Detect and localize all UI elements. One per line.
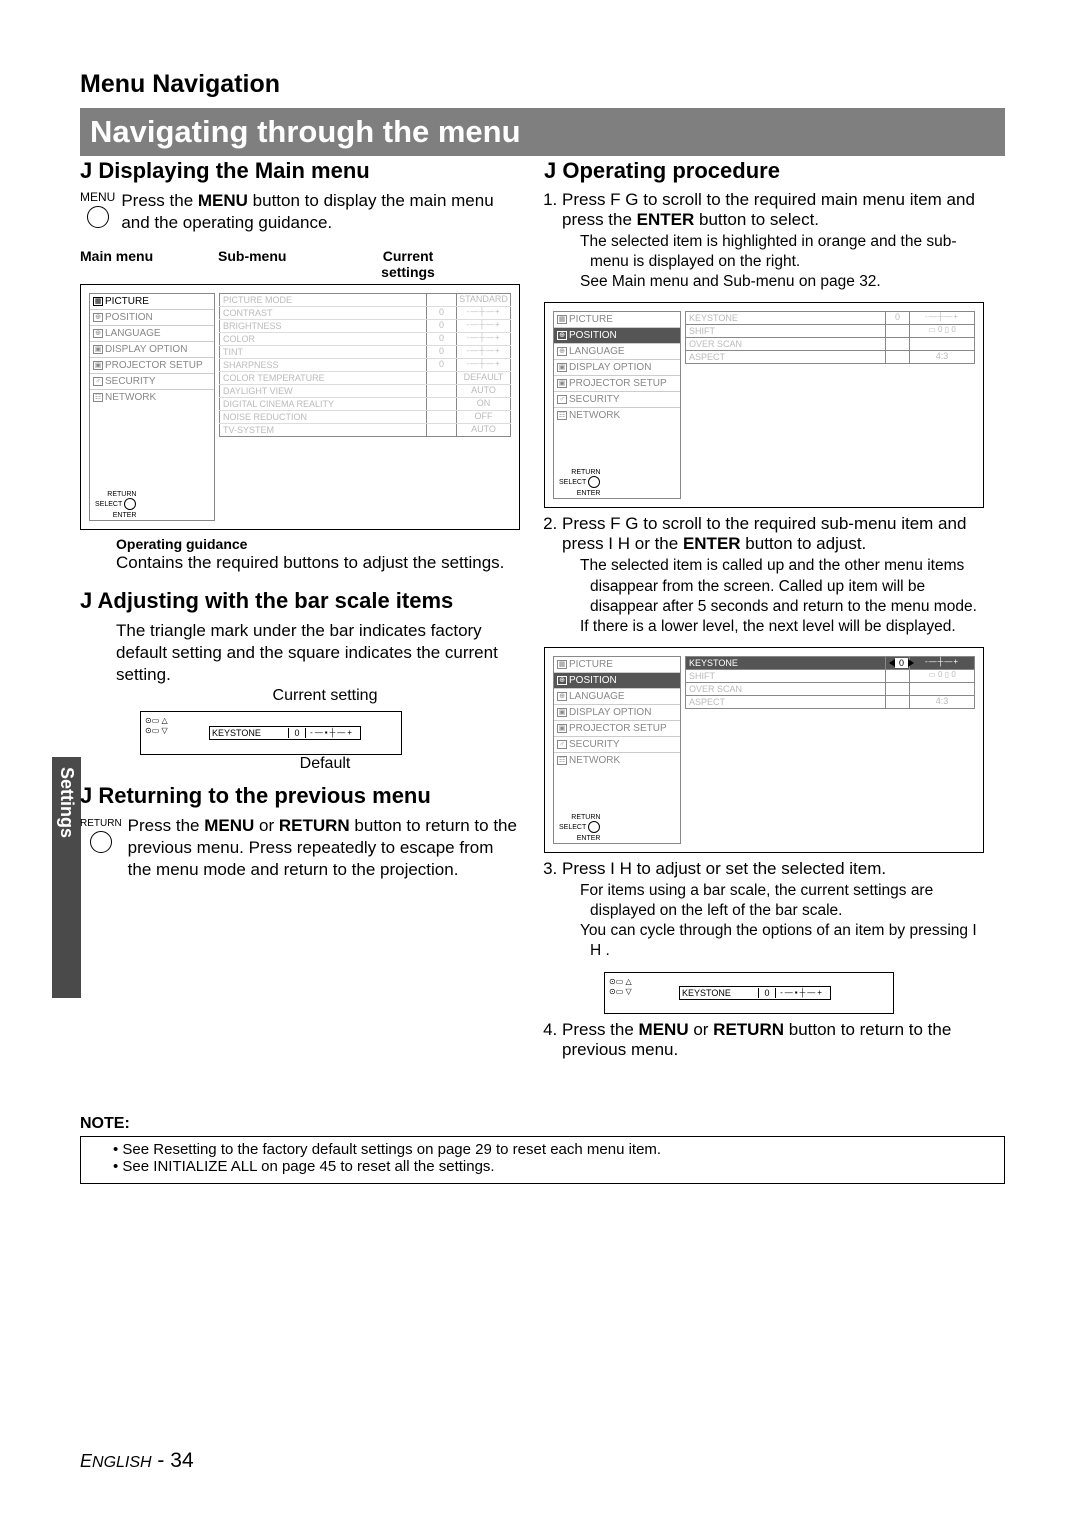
step-4: Press the MENU or RETURN button to retur… xyxy=(562,1020,984,1060)
main-menu-item: ⊕POSITION xyxy=(90,309,214,325)
adjusting-bar-scale-text: The triangle mark under the bar indicate… xyxy=(116,620,520,686)
label-current-settings: Currentsettings xyxy=(366,248,450,280)
note-line: • See INITIALIZE ALL on page 45 to reset… xyxy=(113,1158,994,1175)
step3-bullet: You can cycle through the options of an … xyxy=(580,921,984,961)
remote-hint: RETURN SELECT ENTER xyxy=(559,467,600,497)
keystone-bar-diagram: ⊙▭ △⊙▭ ▽ KEYSTONE 0 -—▪┼—+ xyxy=(140,711,402,755)
section-operating-procedure: J Operating procedure xyxy=(544,158,984,184)
label-main-menu: Main menu xyxy=(80,248,218,280)
displaying-main-menu-text: Press the MENU button to display the mai… xyxy=(121,190,520,234)
return-button-label: RETURN xyxy=(80,818,122,829)
section-displaying-main-menu: J Displaying the Main menu xyxy=(80,158,520,184)
note-box: NOTE: • See Resetting to the factory def… xyxy=(80,1115,1005,1184)
diagram-step1: ▦PICTURE ⊕POSITION ⊕LANGUAGE ▣DISPLAY OP… xyxy=(544,302,984,508)
operating-guidance-text: Contains the required buttons to adjust … xyxy=(116,552,520,574)
label-sub-menu: Sub-menu xyxy=(218,248,366,280)
note-line: • See Resetting to the factory default s… xyxy=(113,1141,994,1158)
main-menu-diagram: ▦PICTURE ⊕POSITION ⊕LANGUAGE ▣DISPLAY OP… xyxy=(80,284,520,530)
main-menu-item-selected: ⊕POSITION xyxy=(554,672,680,688)
procedure-list: Press F G to scroll to the required main… xyxy=(544,190,984,292)
main-menu-item: ▣DISPLAY OPTION xyxy=(90,341,214,357)
step-3: Press I H to adjust or set the selected … xyxy=(562,859,984,962)
main-menu-list: ▦PICTURE ⊕POSITION ⊕LANGUAGE ▣DISPLAY OP… xyxy=(89,293,215,521)
section-returning-prev-menu: J Returning to the previous menu xyxy=(80,783,520,809)
step2-bullet: If there is a lower level, the next leve… xyxy=(580,617,984,637)
main-menu-item: ☷NETWORK xyxy=(554,407,680,423)
main-menu-item: ▣DISPLAY OPTION xyxy=(554,704,680,720)
main-menu-item: ☷NETWORK xyxy=(554,752,680,768)
keystone-label: KEYSTONE xyxy=(682,988,758,998)
procedure-list: Press I H to adjust or set the selected … xyxy=(544,859,984,962)
page-header: Menu Navigation xyxy=(80,70,280,99)
main-menu-item: ♂SECURITY xyxy=(554,736,680,752)
sub-menu-list: PICTURE MODESTANDARD CONTRAST0-—┼—+ BRIG… xyxy=(219,293,511,521)
keystone-value: 0 xyxy=(288,728,306,738)
step-1: Press F G to scroll to the required main… xyxy=(562,190,984,292)
side-tab-settings: Settings xyxy=(52,757,81,998)
keystone-label: KEYSTONE xyxy=(212,728,288,738)
keystone-bar-diagram-small: ⊙▭ △⊙▭ ▽ KEYSTONE 0 -—▪┼—+ xyxy=(604,972,894,1014)
main-menu-item: ♂SECURITY xyxy=(554,391,680,407)
returning-prev-menu-text: Press the MENU or RETURN button to retur… xyxy=(128,815,520,881)
step1-bullet: See Main menu and Sub-menu on page 32. xyxy=(580,272,984,292)
main-menu-item: ⊕LANGUAGE xyxy=(90,325,214,341)
main-menu-list: ▦PICTURE ⊕POSITION ⊕LANGUAGE ▣DISPLAY OP… xyxy=(553,311,681,499)
main-menu-item: ⊕LANGUAGE xyxy=(554,688,680,704)
section-adjusting-bar-scale: J Adjusting with the bar scale items xyxy=(80,588,520,614)
main-menu-item: ♂SECURITY xyxy=(90,373,214,389)
current-setting-caption: Current setting xyxy=(130,687,520,705)
main-menu-item: ⊕LANGUAGE xyxy=(554,343,680,359)
sub-menu-list: KEYSTONE 0 -—┼—+ SHIFT▭ 0 ▯ 0 OVER SCAN … xyxy=(685,656,975,844)
main-menu-item: ▣DISPLAY OPTION xyxy=(554,359,680,375)
menu-button-icon: MENU xyxy=(80,190,115,234)
main-menu-item-selected: ⊕POSITION xyxy=(554,327,680,343)
operating-guidance-heading: Operating guidance xyxy=(116,536,520,552)
right-column: J Operating procedure Press F G to scrol… xyxy=(544,152,984,1064)
step2-bullet: The selected item is called up and the o… xyxy=(580,556,984,616)
procedure-list: Press F G to scroll to the required sub-… xyxy=(544,514,984,637)
default-caption: Default xyxy=(130,755,520,773)
main-menu-list: ▦PICTURE ⊕POSITION ⊕LANGUAGE ▣DISPLAY OP… xyxy=(553,656,681,844)
page-number: 34 xyxy=(170,1449,193,1472)
procedure-list: Press the MENU or RETURN button to retur… xyxy=(544,1020,984,1060)
main-menu-item: ☷NETWORK xyxy=(90,389,214,405)
remote-hint: RETURN SELECT ENTER xyxy=(559,812,600,842)
left-column: J Displaying the Main menu MENU Press th… xyxy=(80,152,520,881)
title-bar: Navigating through the menu xyxy=(80,108,1005,156)
return-button-icon: RETURN xyxy=(80,815,122,881)
main-menu-item: ▣PROJECTOR SETUP xyxy=(554,720,680,736)
main-menu-item: ▦PICTURE xyxy=(90,294,214,309)
menu-button-label: MENU xyxy=(80,190,115,204)
diagram-step2: ▦PICTURE ⊕POSITION ⊕LANGUAGE ▣DISPLAY OP… xyxy=(544,647,984,853)
footer-language: ENGLISH xyxy=(80,1451,152,1471)
remote-hint: RETURN SELECT ENTER xyxy=(95,489,136,519)
sub-menu-list: KEYSTONE0-—┼—+ SHIFT▭ 0 ▯ 0 OVER SCAN AS… xyxy=(685,311,975,499)
step-2: Press F G to scroll to the required sub-… xyxy=(562,514,984,637)
step1-bullet: The selected item is highlighted in oran… xyxy=(580,232,984,272)
column-labels: Main menu Sub-menu Currentsettings xyxy=(80,248,520,280)
note-heading: NOTE: xyxy=(80,1115,1005,1137)
main-menu-item: ▣PROJECTOR SETUP xyxy=(554,375,680,391)
page-footer: ENGLISH - 34 xyxy=(80,1449,194,1473)
keystone-value: 0 xyxy=(758,988,776,998)
main-menu-item: ▦PICTURE xyxy=(554,657,680,672)
main-menu-item: ▦PICTURE xyxy=(554,312,680,327)
step3-bullet: For items using a bar scale, the current… xyxy=(580,881,984,921)
main-menu-item: ▣PROJECTOR SETUP xyxy=(90,357,214,373)
